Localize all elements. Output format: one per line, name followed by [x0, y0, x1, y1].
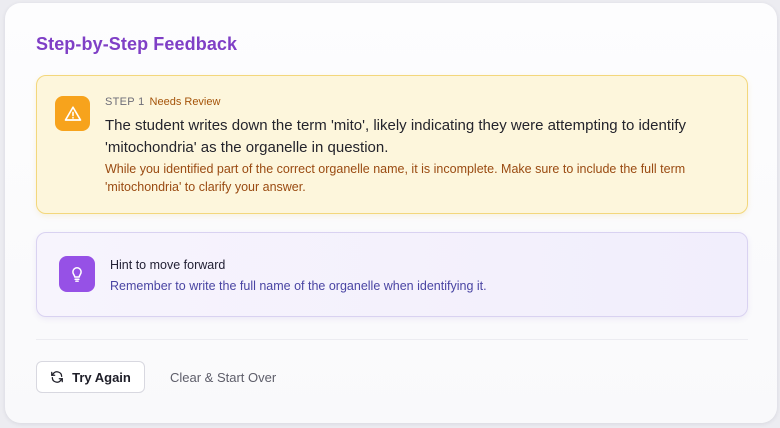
status-badge: Needs Review [149, 96, 221, 108]
try-again-label: Try Again [72, 369, 131, 385]
hint-panel: Hint to move forward Remember to write t… [36, 232, 748, 317]
feedback-card: Step-by-Step Feedback STEP 1 Needs Review… [5, 3, 777, 423]
warning-icon [55, 96, 90, 131]
try-again-button[interactable]: Try Again [36, 361, 145, 393]
clear-start-over-button[interactable]: Clear & Start Over [170, 361, 276, 393]
step-label: STEP 1 [105, 96, 145, 108]
divider [36, 339, 748, 340]
step-meta: STEP 1 Needs Review [105, 96, 220, 108]
step-description: The student writes down the term 'mito',… [105, 117, 687, 156]
step-feedback-panel: STEP 1 Needs Review The student writes do… [36, 75, 748, 214]
lightbulb-icon [59, 256, 95, 292]
hint-title: Hint to move forward [110, 258, 226, 272]
step-feedback-text: While you identified part of the correct… [105, 162, 686, 194]
page-title: Step-by-Step Feedback [36, 34, 238, 54]
refresh-icon [50, 370, 64, 384]
hint-text: Remember to write the full name of the o… [110, 279, 487, 293]
